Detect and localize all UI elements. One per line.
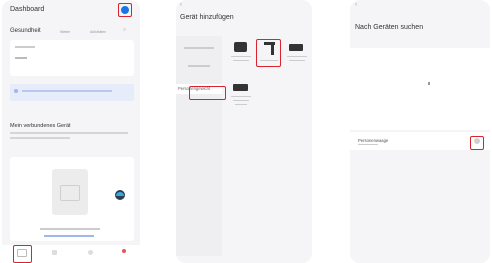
phone-add-device: ‹ Gerät hinzufügen Personengewicht — [176, 0, 312, 263]
stat-line — [15, 46, 35, 48]
option-label-line — [235, 104, 247, 106]
results-area: Personenwaage — [350, 130, 490, 263]
device-text-line — [10, 137, 70, 139]
highlight-box — [256, 39, 281, 67]
banner-text-line — [22, 90, 112, 92]
device-avatar-icon — [116, 192, 124, 196]
health-card[interactable] — [10, 40, 134, 76]
phone-dashboard: Dashboard Gesundheit Wetter Aktivitäten … — [2, 0, 140, 263]
health-tab-weather[interactable]: Wetter — [60, 30, 70, 34]
device-image — [52, 169, 88, 215]
option-label-line — [231, 96, 251, 98]
highlight-box — [13, 245, 32, 263]
loading-indicator — [428, 82, 430, 85]
option-label-line — [233, 60, 249, 62]
page-title: Nach Geräten suchen — [355, 24, 424, 31]
result-row[interactable]: Personenwaage — [350, 132, 490, 150]
category-item[interactable] — [188, 65, 210, 67]
highlight-box — [189, 86, 226, 100]
nav-health-icon[interactable] — [52, 250, 57, 255]
device-heading: Mein verbundenes Gerät — [10, 123, 71, 129]
search-icon[interactable]: ⌕ — [123, 27, 126, 34]
device-text-line — [10, 132, 128, 134]
device-option-scale[interactable] — [230, 42, 252, 72]
device-card[interactable] — [10, 157, 134, 241]
scale-icon — [234, 42, 247, 52]
back-icon[interactable]: ‹ — [355, 2, 357, 8]
health-tab-activities[interactable]: Aktivitäten — [90, 30, 106, 34]
result-name: Personenwaage — [358, 138, 389, 143]
health-label: Gesundheit — [10, 28, 41, 34]
option-label-line — [231, 56, 251, 58]
highlight-box — [470, 136, 484, 150]
info-banner[interactable] — [10, 84, 134, 101]
back-icon[interactable]: ‹ — [180, 2, 182, 8]
device-caption-line — [40, 228, 100, 230]
option-label-line — [287, 56, 307, 58]
option-label-line — [233, 100, 249, 102]
device-link-line[interactable] — [44, 235, 94, 237]
category-item[interactable] — [184, 47, 214, 49]
page-title: Dashboard — [10, 6, 45, 13]
stat-line — [15, 57, 27, 59]
highlight-box — [118, 3, 132, 17]
info-icon — [14, 89, 18, 93]
search-area — [350, 48, 490, 130]
monitor-icon — [233, 84, 248, 91]
phone-search-devices: ‹ Nach Geräten suchen Personenwaage — [350, 0, 490, 263]
device-option-monitor[interactable] — [230, 82, 252, 112]
page-title: Gerät hinzufügen — [180, 14, 234, 21]
image-placeholder-icon — [60, 185, 80, 201]
home-indicator — [176, 256, 312, 263]
tracker-icon — [289, 44, 303, 51]
device-option-tracker[interactable] — [286, 42, 308, 72]
category-sidebar: Personengewicht — [176, 36, 222, 263]
nav-activity-icon[interactable] — [88, 250, 93, 255]
option-label-line — [289, 60, 305, 62]
result-subtext-line — [358, 144, 378, 146]
nav-profile-icon[interactable] — [122, 249, 126, 253]
device-avatar — [115, 190, 125, 200]
